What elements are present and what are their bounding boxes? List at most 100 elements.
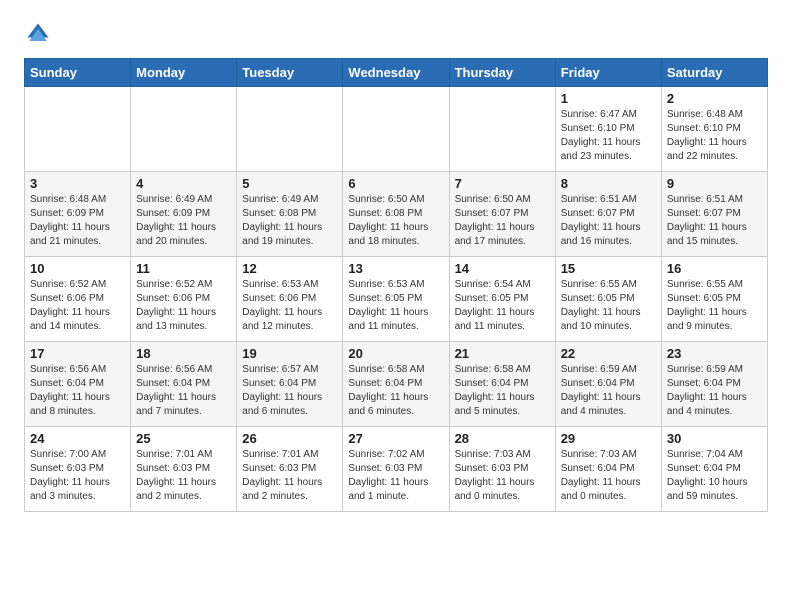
calendar-cell: 7 Sunrise: 6:50 AM Sunset: 6:07 PM Daylig… bbox=[449, 172, 555, 257]
weekday-header-tuesday: Tuesday bbox=[237, 59, 343, 87]
calendar-cell: 6 Sunrise: 6:50 AM Sunset: 6:08 PM Daylig… bbox=[343, 172, 449, 257]
week-row-0: 1 Sunrise: 6:47 AM Sunset: 6:10 PM Daylig… bbox=[25, 87, 768, 172]
day-number: 21 bbox=[455, 346, 550, 361]
calendar-cell: 25 Sunrise: 7:01 AM Sunset: 6:03 PM Dayli… bbox=[131, 427, 237, 512]
day-info: Sunrise: 7:00 AM Sunset: 6:03 PM Dayligh… bbox=[30, 448, 125, 504]
weekday-header-monday: Monday bbox=[131, 59, 237, 87]
page: SundayMondayTuesdayWednesdayThursdayFrid… bbox=[0, 0, 792, 532]
logo bbox=[24, 20, 56, 48]
calendar-cell: 3 Sunrise: 6:48 AM Sunset: 6:09 PM Daylig… bbox=[25, 172, 131, 257]
calendar-cell: 1 Sunrise: 6:47 AM Sunset: 6:10 PM Daylig… bbox=[555, 87, 661, 172]
weekday-header-sunday: Sunday bbox=[25, 59, 131, 87]
day-info: Sunrise: 6:58 AM Sunset: 6:04 PM Dayligh… bbox=[348, 363, 443, 419]
calendar-cell: 13Sunrise: 6:53 AM Sunset: 6:05 PM Dayli… bbox=[343, 257, 449, 342]
day-info: Sunrise: 6:59 AM Sunset: 6:04 PM Dayligh… bbox=[561, 363, 656, 419]
day-number: 12 bbox=[242, 261, 337, 276]
day-info: Sunrise: 7:04 AM Sunset: 6:04 PM Dayligh… bbox=[667, 448, 762, 504]
day-info: Sunrise: 6:52 AM Sunset: 6:06 PM Dayligh… bbox=[136, 278, 231, 334]
calendar-cell: 27 Sunrise: 7:02 AM Sunset: 6:03 PM Dayli… bbox=[343, 427, 449, 512]
logo-icon bbox=[24, 20, 52, 48]
day-number: 27 bbox=[348, 431, 443, 446]
day-number: 6 bbox=[348, 176, 443, 191]
day-number: 23 bbox=[667, 346, 762, 361]
day-number: 3 bbox=[30, 176, 125, 191]
calendar-cell: 22 Sunrise: 6:59 AM Sunset: 6:04 PM Dayli… bbox=[555, 342, 661, 427]
day-number: 4 bbox=[136, 176, 231, 191]
calendar-cell bbox=[343, 87, 449, 172]
day-number: 15 bbox=[561, 261, 656, 276]
day-info: Sunrise: 7:03 AM Sunset: 6:04 PM Dayligh… bbox=[561, 448, 656, 504]
day-number: 8 bbox=[561, 176, 656, 191]
calendar-cell bbox=[449, 87, 555, 172]
week-row-3: 17 Sunrise: 6:56 AM Sunset: 6:04 PM Dayli… bbox=[25, 342, 768, 427]
calendar-cell: 9 Sunrise: 6:51 AM Sunset: 6:07 PM Daylig… bbox=[661, 172, 767, 257]
calendar-cell: 2 Sunrise: 6:48 AM Sunset: 6:10 PM Daylig… bbox=[661, 87, 767, 172]
calendar-cell: 19 Sunrise: 6:57 AM Sunset: 6:04 PM Dayli… bbox=[237, 342, 343, 427]
day-info: Sunrise: 6:48 AM Sunset: 6:10 PM Dayligh… bbox=[667, 108, 762, 164]
day-number: 7 bbox=[455, 176, 550, 191]
day-number: 10 bbox=[30, 261, 125, 276]
calendar-cell: 20Sunrise: 6:58 AM Sunset: 6:04 PM Dayli… bbox=[343, 342, 449, 427]
week-row-4: 24 Sunrise: 7:00 AM Sunset: 6:03 PM Dayli… bbox=[25, 427, 768, 512]
day-number: 5 bbox=[242, 176, 337, 191]
day-info: Sunrise: 6:50 AM Sunset: 6:08 PM Dayligh… bbox=[348, 193, 443, 249]
calendar-cell: 11 Sunrise: 6:52 AM Sunset: 6:06 PM Dayli… bbox=[131, 257, 237, 342]
day-info: Sunrise: 6:56 AM Sunset: 6:04 PM Dayligh… bbox=[30, 363, 125, 419]
day-number: 22 bbox=[561, 346, 656, 361]
calendar-cell: 8Sunrise: 6:51 AM Sunset: 6:07 PM Daylig… bbox=[555, 172, 661, 257]
calendar-cell: 17 Sunrise: 6:56 AM Sunset: 6:04 PM Dayli… bbox=[25, 342, 131, 427]
weekday-header-thursday: Thursday bbox=[449, 59, 555, 87]
calendar-cell: 5 Sunrise: 6:49 AM Sunset: 6:08 PM Daylig… bbox=[237, 172, 343, 257]
day-info: Sunrise: 6:47 AM Sunset: 6:10 PM Dayligh… bbox=[561, 108, 656, 164]
day-info: Sunrise: 7:01 AM Sunset: 6:03 PM Dayligh… bbox=[136, 448, 231, 504]
day-number: 28 bbox=[455, 431, 550, 446]
header bbox=[24, 20, 768, 48]
day-info: Sunrise: 6:53 AM Sunset: 6:05 PM Dayligh… bbox=[348, 278, 443, 334]
day-number: 18 bbox=[136, 346, 231, 361]
day-number: 9 bbox=[667, 176, 762, 191]
weekday-header-row: SundayMondayTuesdayWednesdayThursdayFrid… bbox=[25, 59, 768, 87]
day-info: Sunrise: 6:59 AM Sunset: 6:04 PM Dayligh… bbox=[667, 363, 762, 419]
day-number: 2 bbox=[667, 91, 762, 106]
week-row-2: 10 Sunrise: 6:52 AM Sunset: 6:06 PM Dayli… bbox=[25, 257, 768, 342]
day-number: 11 bbox=[136, 261, 231, 276]
day-info: Sunrise: 6:58 AM Sunset: 6:04 PM Dayligh… bbox=[455, 363, 550, 419]
weekday-header-saturday: Saturday bbox=[661, 59, 767, 87]
calendar-cell bbox=[131, 87, 237, 172]
calendar-cell: 10 Sunrise: 6:52 AM Sunset: 6:06 PM Dayli… bbox=[25, 257, 131, 342]
day-number: 14 bbox=[455, 261, 550, 276]
calendar-cell: 29 Sunrise: 7:03 AM Sunset: 6:04 PM Dayli… bbox=[555, 427, 661, 512]
day-info: Sunrise: 7:02 AM Sunset: 6:03 PM Dayligh… bbox=[348, 448, 443, 504]
calendar-cell: 21 Sunrise: 6:58 AM Sunset: 6:04 PM Dayli… bbox=[449, 342, 555, 427]
day-info: Sunrise: 6:56 AM Sunset: 6:04 PM Dayligh… bbox=[136, 363, 231, 419]
day-number: 30 bbox=[667, 431, 762, 446]
day-number: 19 bbox=[242, 346, 337, 361]
day-info: Sunrise: 6:57 AM Sunset: 6:04 PM Dayligh… bbox=[242, 363, 337, 419]
calendar-cell: 24 Sunrise: 7:00 AM Sunset: 6:03 PM Dayli… bbox=[25, 427, 131, 512]
calendar: SundayMondayTuesdayWednesdayThursdayFrid… bbox=[24, 58, 768, 512]
calendar-cell: 28Sunrise: 7:03 AM Sunset: 6:03 PM Dayli… bbox=[449, 427, 555, 512]
calendar-cell: 23 Sunrise: 6:59 AM Sunset: 6:04 PM Dayli… bbox=[661, 342, 767, 427]
calendar-cell: 4 Sunrise: 6:49 AM Sunset: 6:09 PM Daylig… bbox=[131, 172, 237, 257]
calendar-cell: 14Sunrise: 6:54 AM Sunset: 6:05 PM Dayli… bbox=[449, 257, 555, 342]
calendar-cell: 30 Sunrise: 7:04 AM Sunset: 6:04 PM Dayli… bbox=[661, 427, 767, 512]
calendar-cell: 18 Sunrise: 6:56 AM Sunset: 6:04 PM Dayli… bbox=[131, 342, 237, 427]
weekday-header-wednesday: Wednesday bbox=[343, 59, 449, 87]
day-number: 29 bbox=[561, 431, 656, 446]
day-info: Sunrise: 6:48 AM Sunset: 6:09 PM Dayligh… bbox=[30, 193, 125, 249]
day-info: Sunrise: 6:55 AM Sunset: 6:05 PM Dayligh… bbox=[561, 278, 656, 334]
day-number: 24 bbox=[30, 431, 125, 446]
week-row-1: 3 Sunrise: 6:48 AM Sunset: 6:09 PM Daylig… bbox=[25, 172, 768, 257]
day-info: Sunrise: 6:50 AM Sunset: 6:07 PM Dayligh… bbox=[455, 193, 550, 249]
day-info: Sunrise: 6:51 AM Sunset: 6:07 PM Dayligh… bbox=[667, 193, 762, 249]
day-info: Sunrise: 6:49 AM Sunset: 6:08 PM Dayligh… bbox=[242, 193, 337, 249]
day-info: Sunrise: 6:49 AM Sunset: 6:09 PM Dayligh… bbox=[136, 193, 231, 249]
calendar-cell bbox=[237, 87, 343, 172]
day-number: 17 bbox=[30, 346, 125, 361]
day-info: Sunrise: 6:52 AM Sunset: 6:06 PM Dayligh… bbox=[30, 278, 125, 334]
day-number: 25 bbox=[136, 431, 231, 446]
calendar-cell: 12Sunrise: 6:53 AM Sunset: 6:06 PM Dayli… bbox=[237, 257, 343, 342]
day-info: Sunrise: 6:55 AM Sunset: 6:05 PM Dayligh… bbox=[667, 278, 762, 334]
day-number: 16 bbox=[667, 261, 762, 276]
day-number: 1 bbox=[561, 91, 656, 106]
